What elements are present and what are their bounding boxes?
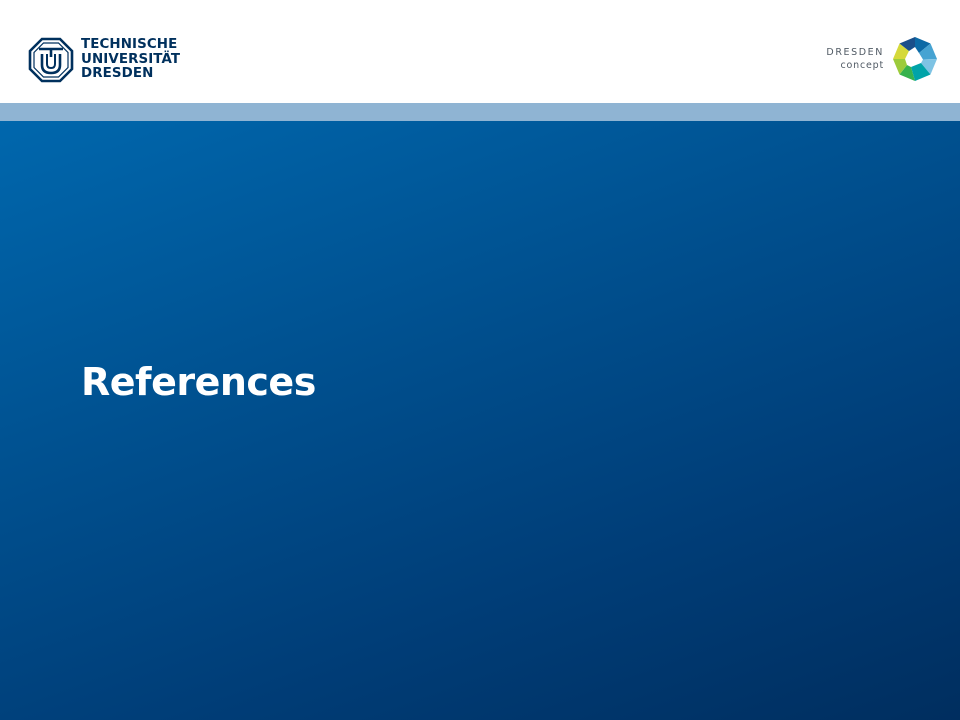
header-accent-bar xyxy=(0,103,960,121)
tu-dresden-emblem-icon xyxy=(28,37,74,83)
dresden-concept-octagon-icon xyxy=(893,37,937,81)
slide-content-area: References xyxy=(0,121,960,720)
dresden-concept-line2: concept xyxy=(840,60,884,71)
tu-dresden-wordmark-line: TECHNISCHE xyxy=(81,37,178,53)
dresden-concept-wordmark: DRESDEN concept xyxy=(826,46,884,72)
tu-dresden-logo: TECHNISCHE UNIVERSITÄT DRESDEN xyxy=(28,36,180,84)
tu-dresden-wordmark: TECHNISCHE UNIVERSITÄT DRESDEN xyxy=(81,38,180,82)
slide-title: References xyxy=(81,360,316,404)
tu-dresden-wordmark-line: UNIVERSITÄT xyxy=(81,51,181,67)
slide-header: TECHNISCHE UNIVERSITÄT DRESDEN DRESDEN c… xyxy=(0,0,960,103)
tu-dresden-wordmark-line: DRESDEN xyxy=(81,66,154,82)
dresden-concept-logo: DRESDEN concept xyxy=(826,33,940,85)
presentation-slide: TECHNISCHE UNIVERSITÄT DRESDEN DRESDEN c… xyxy=(0,0,960,720)
dresden-concept-line1: DRESDEN xyxy=(826,47,884,58)
